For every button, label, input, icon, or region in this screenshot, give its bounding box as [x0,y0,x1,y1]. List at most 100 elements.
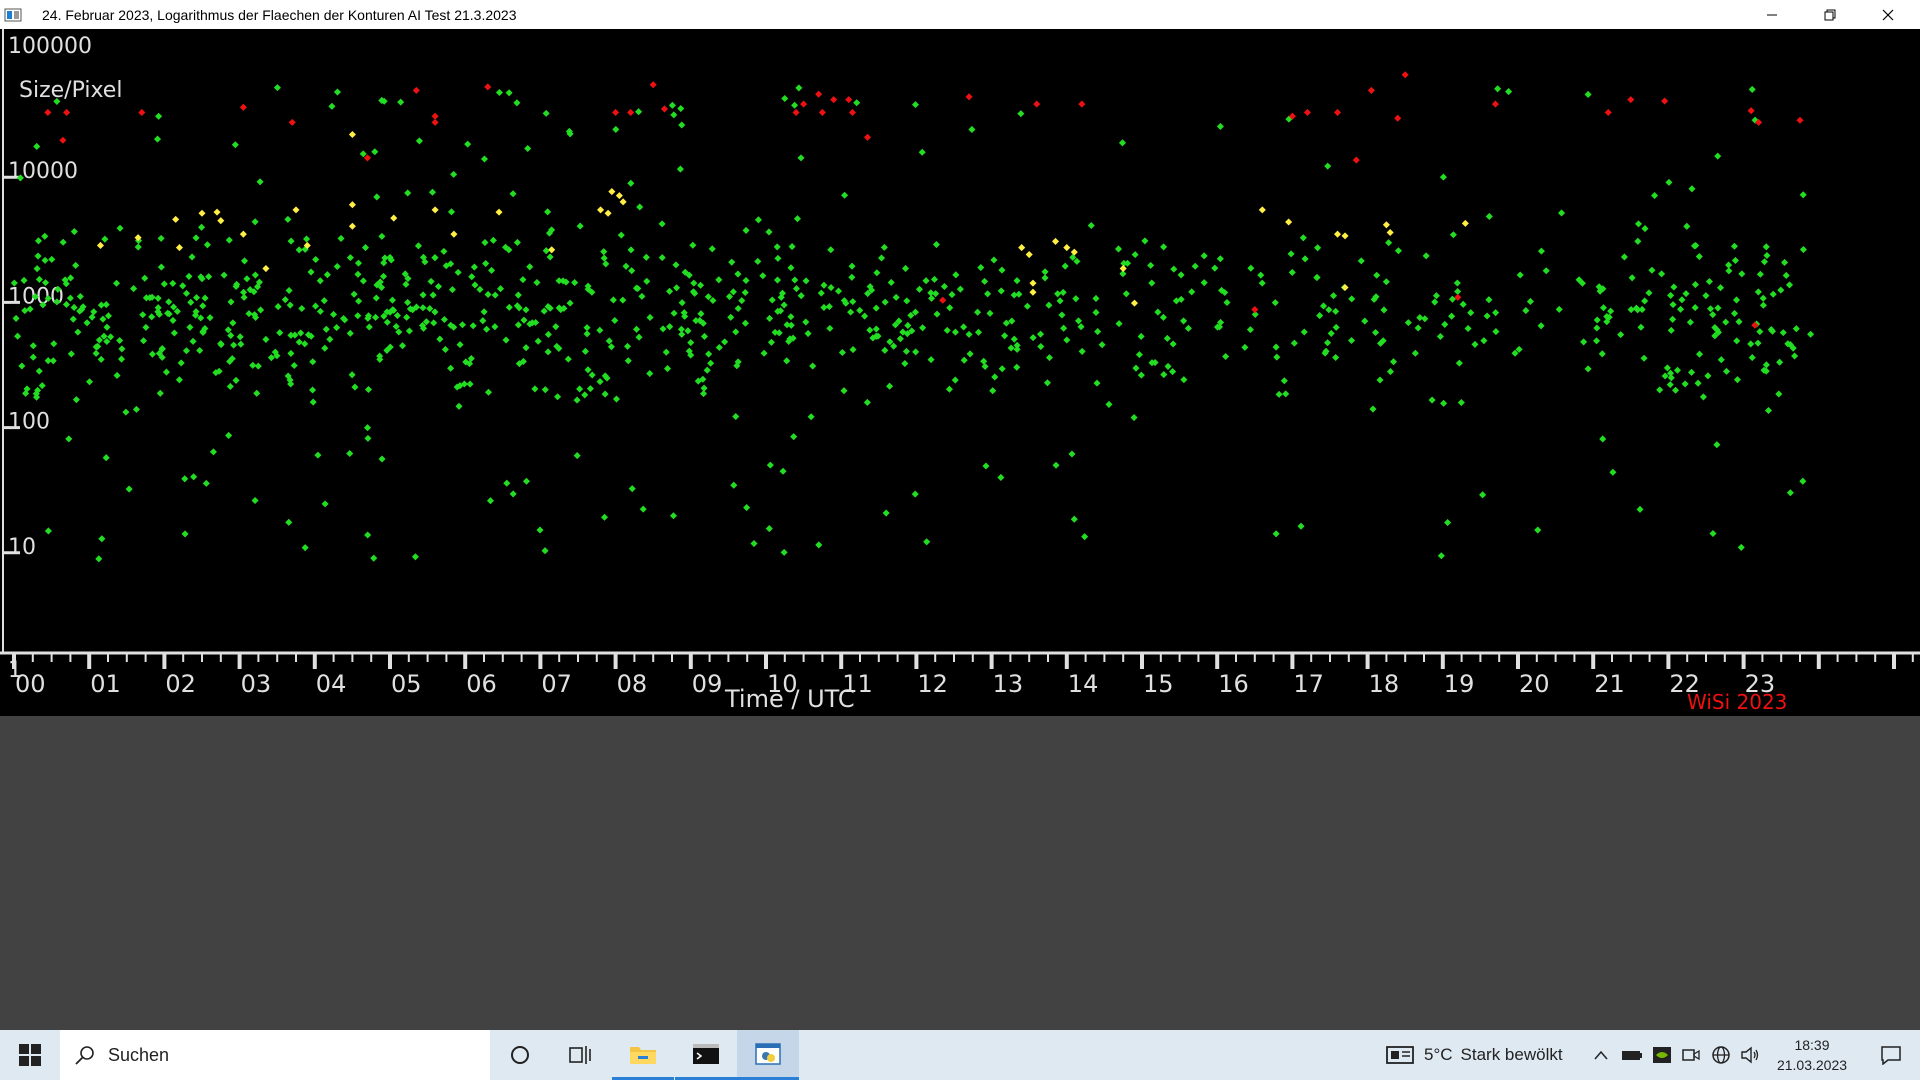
notification-center-button[interactable] [1862,1030,1920,1080]
green-point [834,287,843,295]
green-point [741,288,749,297]
green-point [1485,296,1493,304]
green-point [728,258,736,266]
green-point [1764,406,1773,415]
green-point [927,356,935,364]
green-point [14,332,22,340]
cortana-button[interactable] [489,1030,551,1080]
x-tick-label: 03 [241,670,272,698]
green-point [1464,324,1472,333]
green-point [403,313,411,321]
green-point [1063,336,1071,344]
green-point [684,327,692,335]
show-hidden-icons-button[interactable] [1590,1030,1612,1080]
nvidia-tray-button[interactable] [1649,1030,1675,1080]
green-point [974,308,982,316]
green-point [997,287,1005,295]
green-point [346,329,354,337]
green-point [12,314,20,322]
taskbar-search-box[interactable]: Suchen [60,1030,490,1080]
green-point [419,304,427,312]
weather-widget[interactable]: 5°C Stark bewölkt [1386,1030,1563,1080]
green-point [1324,339,1332,347]
green-point [849,298,857,306]
restore-button[interactable] [1801,0,1859,29]
green-point [484,388,493,396]
green-point [765,525,773,533]
green-point [966,350,974,358]
green-point [841,191,849,199]
close-button[interactable] [1859,0,1917,29]
taskbar-app-python[interactable] [737,1030,799,1080]
green-point [371,148,379,156]
green-point [1437,552,1445,560]
network-tray-button[interactable] [1708,1030,1734,1080]
green-point [285,518,293,526]
green-point [1439,173,1447,181]
search-icon [75,1046,94,1065]
green-point [956,285,964,293]
green-point [404,189,412,197]
taskbar-clock[interactable]: 18:39 21.03.2023 [1766,1030,1858,1080]
green-point [44,527,52,535]
green-point [700,390,708,398]
taskbar-app-terminal[interactable] [675,1030,737,1080]
task-view-button[interactable] [549,1030,611,1080]
green-point [429,291,437,299]
green-point [793,215,801,223]
minimize-button[interactable] [1743,0,1801,29]
green-point [923,538,931,546]
green-point [92,349,100,357]
taskbar-app-file-explorer[interactable] [612,1030,674,1080]
green-point [541,547,549,555]
battery-tray-button[interactable] [1619,1030,1645,1080]
start-button[interactable] [0,1030,60,1080]
green-point [965,330,973,338]
green-point [1045,354,1053,362]
green-point [468,273,476,281]
green-point [1593,337,1601,345]
green-point [1691,304,1699,312]
windows-logo-icon [19,1044,41,1066]
green-point [1555,305,1563,313]
green-point [419,291,427,299]
green-point [998,266,1006,274]
volume-tray-button[interactable] [1737,1030,1763,1080]
green-point [348,371,356,379]
green-point [571,279,579,287]
green-point [787,313,795,321]
green-point [1007,344,1015,352]
green-point [1735,318,1743,326]
green-point [103,323,111,331]
green-point [1373,271,1381,279]
green-point [337,234,345,243]
green-point [1748,85,1756,93]
green-point [766,461,774,469]
green-point [245,310,253,318]
green-point [98,535,106,543]
meet-now-tray-button[interactable] [1678,1030,1704,1080]
green-point [1131,251,1139,259]
green-point [74,328,82,336]
app-icon[interactable] [4,8,22,22]
green-point [743,504,751,512]
green-point [628,267,636,275]
green-point [333,324,341,332]
green-point [922,277,930,285]
green-point [635,333,643,341]
green-point [35,275,43,283]
green-point [1001,332,1009,340]
green-point [1188,288,1196,296]
green-point [50,340,58,348]
green-point [754,257,762,265]
green-point [243,275,251,283]
green-point [132,405,140,413]
green-point [309,386,317,394]
green-point [1699,393,1707,401]
green-point [542,109,550,117]
green-point [981,362,989,371]
green-point [773,276,782,284]
green-point [678,299,686,307]
green-point [1329,292,1338,300]
green-point [612,395,621,403]
